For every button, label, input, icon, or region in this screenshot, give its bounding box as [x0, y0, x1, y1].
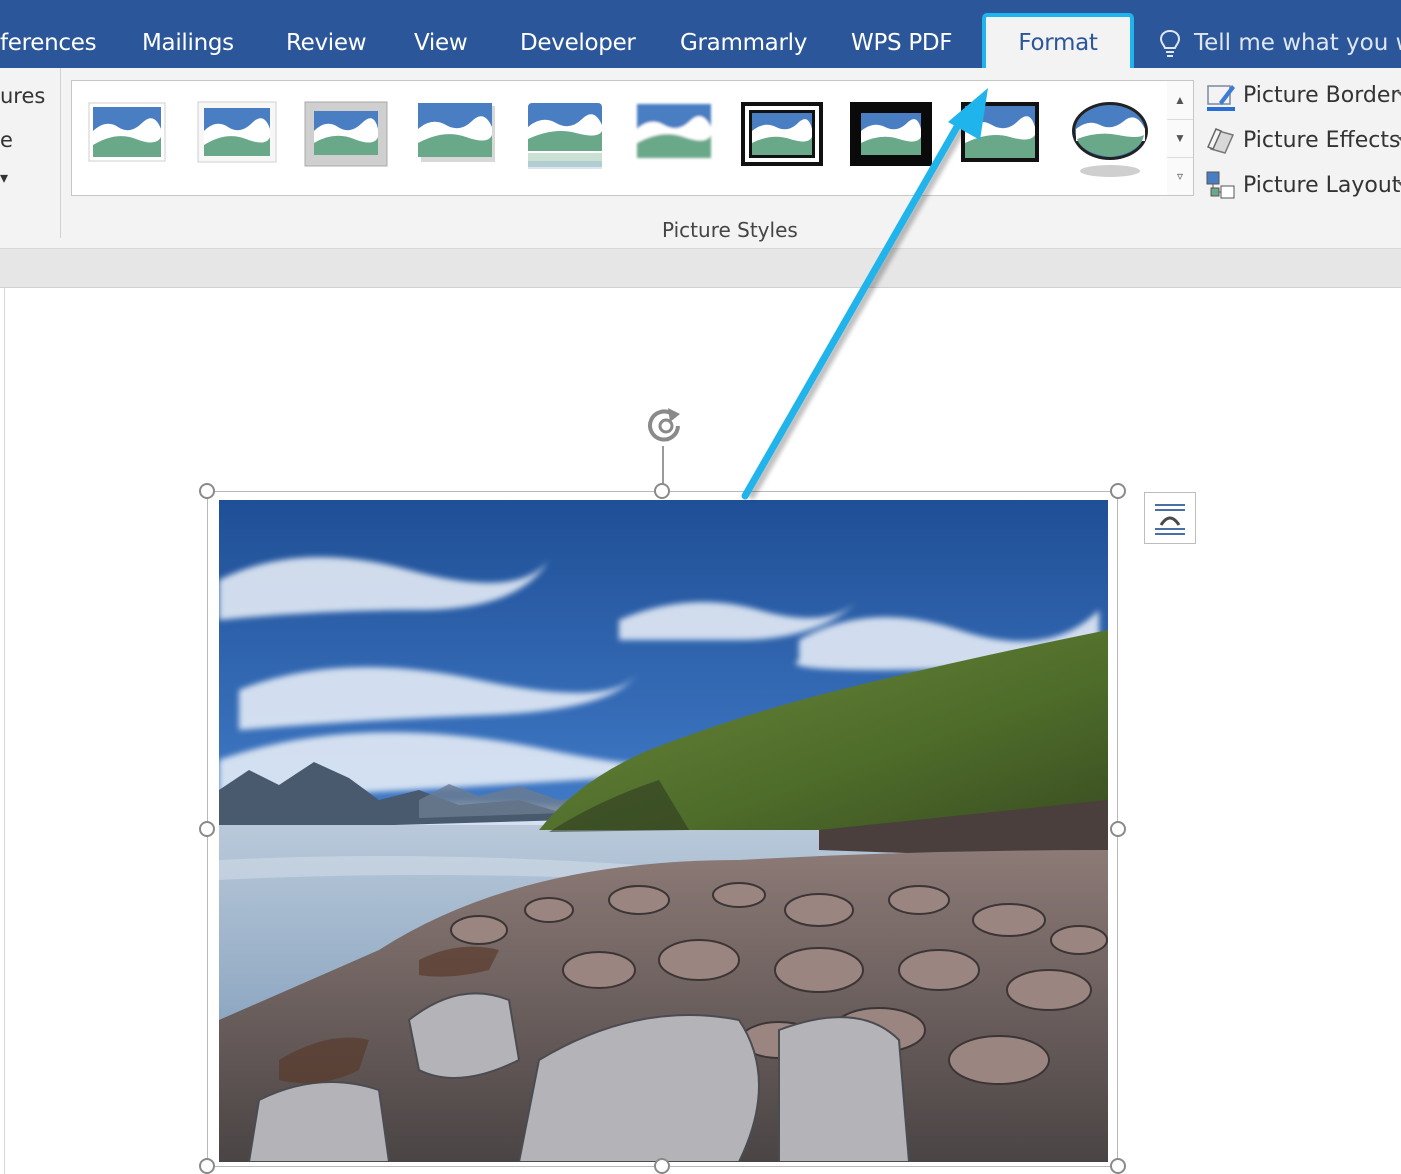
- style-simple-frame-black[interactable]: [960, 101, 1039, 162]
- left-group-caret-icon[interactable]: ▾: [0, 168, 8, 188]
- layout-options-icon: [1155, 504, 1185, 535]
- rotate-handle-icon[interactable]: [642, 404, 692, 448]
- picture-effects-icon: [1206, 128, 1235, 154]
- tab-review[interactable]: Review: [286, 18, 367, 68]
- resize-handle-left[interactable]: [199, 821, 215, 837]
- picture-effects-caret-icon[interactable]: [1397, 137, 1401, 142]
- landscape-photo: [219, 500, 1108, 1162]
- tab-grammarly[interactable]: Grammarly: [680, 18, 807, 68]
- style-beveled-matte-white[interactable]: [196, 101, 277, 163]
- resize-handle-right[interactable]: [1110, 821, 1126, 837]
- gallery-scroll-down-icon[interactable]: ▼: [1167, 119, 1193, 158]
- lightbulb-icon: [1159, 29, 1181, 57]
- left-group-label-1[interactable]: ures: [0, 84, 45, 108]
- left-group-label-2[interactable]: e: [0, 128, 13, 152]
- resize-handle-top[interactable]: [654, 483, 670, 499]
- layout-options-button[interactable]: [1144, 492, 1196, 544]
- left-group-cutoff: ures e ▾: [0, 68, 61, 238]
- tab-developer[interactable]: Developer: [520, 18, 636, 68]
- picture-styles-gallery: [71, 80, 1169, 196]
- resize-handle-bottom[interactable]: [654, 1158, 670, 1174]
- ribbon-panel: ures e ▾ ▲ ▼ ▿ Picture Styles Picture Bo…: [0, 68, 1401, 249]
- format-tab-highlight: [982, 13, 1134, 75]
- tab-references[interactable]: ferences: [0, 18, 97, 68]
- style-thick-matte-black[interactable]: [849, 101, 932, 166]
- picture-border-label: Picture Border: [1243, 83, 1400, 108]
- picture-layout-caret-icon[interactable]: [1397, 182, 1401, 187]
- rotate-handle-stem: [662, 446, 664, 484]
- picture-layout-label: Picture Layout: [1243, 173, 1401, 198]
- resize-handle-bottom-right[interactable]: [1110, 1158, 1126, 1174]
- picture-effects-label: Picture Effects: [1243, 128, 1401, 153]
- tab-wps-pdf[interactable]: WPS PDF: [851, 18, 953, 68]
- style-drop-shadow[interactable]: [416, 101, 495, 162]
- style-soft-edge[interactable]: [634, 101, 711, 161]
- resize-handle-top-left[interactable]: [199, 483, 215, 499]
- tab-view[interactable]: View: [414, 18, 468, 68]
- picture-styles-group-label: Picture Styles: [662, 218, 798, 242]
- style-reflected-rounded[interactable]: [526, 101, 602, 169]
- gallery-scroll-up-icon[interactable]: ▲: [1167, 81, 1193, 120]
- selected-picture[interactable]: [219, 500, 1108, 1162]
- document-ruler-area: [0, 249, 1401, 288]
- gallery-scroll: ▲ ▼ ▿: [1167, 80, 1194, 196]
- gallery-more-icon[interactable]: ▿: [1167, 157, 1193, 195]
- style-metal-frame[interactable]: [304, 101, 388, 167]
- tab-mailings[interactable]: Mailings: [142, 18, 234, 68]
- resize-handle-bottom-left[interactable]: [199, 1158, 215, 1174]
- picture-border-icon: [1207, 85, 1235, 111]
- style-metal-oval[interactable]: [1070, 101, 1148, 177]
- tell-me-text: Tell me what you wa: [1194, 30, 1401, 56]
- picture-layout-icon: [1206, 171, 1235, 199]
- resize-handle-top-right[interactable]: [1110, 483, 1126, 499]
- style-simple-frame-white[interactable]: [86, 101, 166, 162]
- picture-border-caret-icon[interactable]: [1397, 92, 1401, 97]
- style-double-frame-black[interactable]: [740, 101, 823, 166]
- ribbon-tab-bar: ferences Mailings Review View Developer …: [0, 0, 1401, 68]
